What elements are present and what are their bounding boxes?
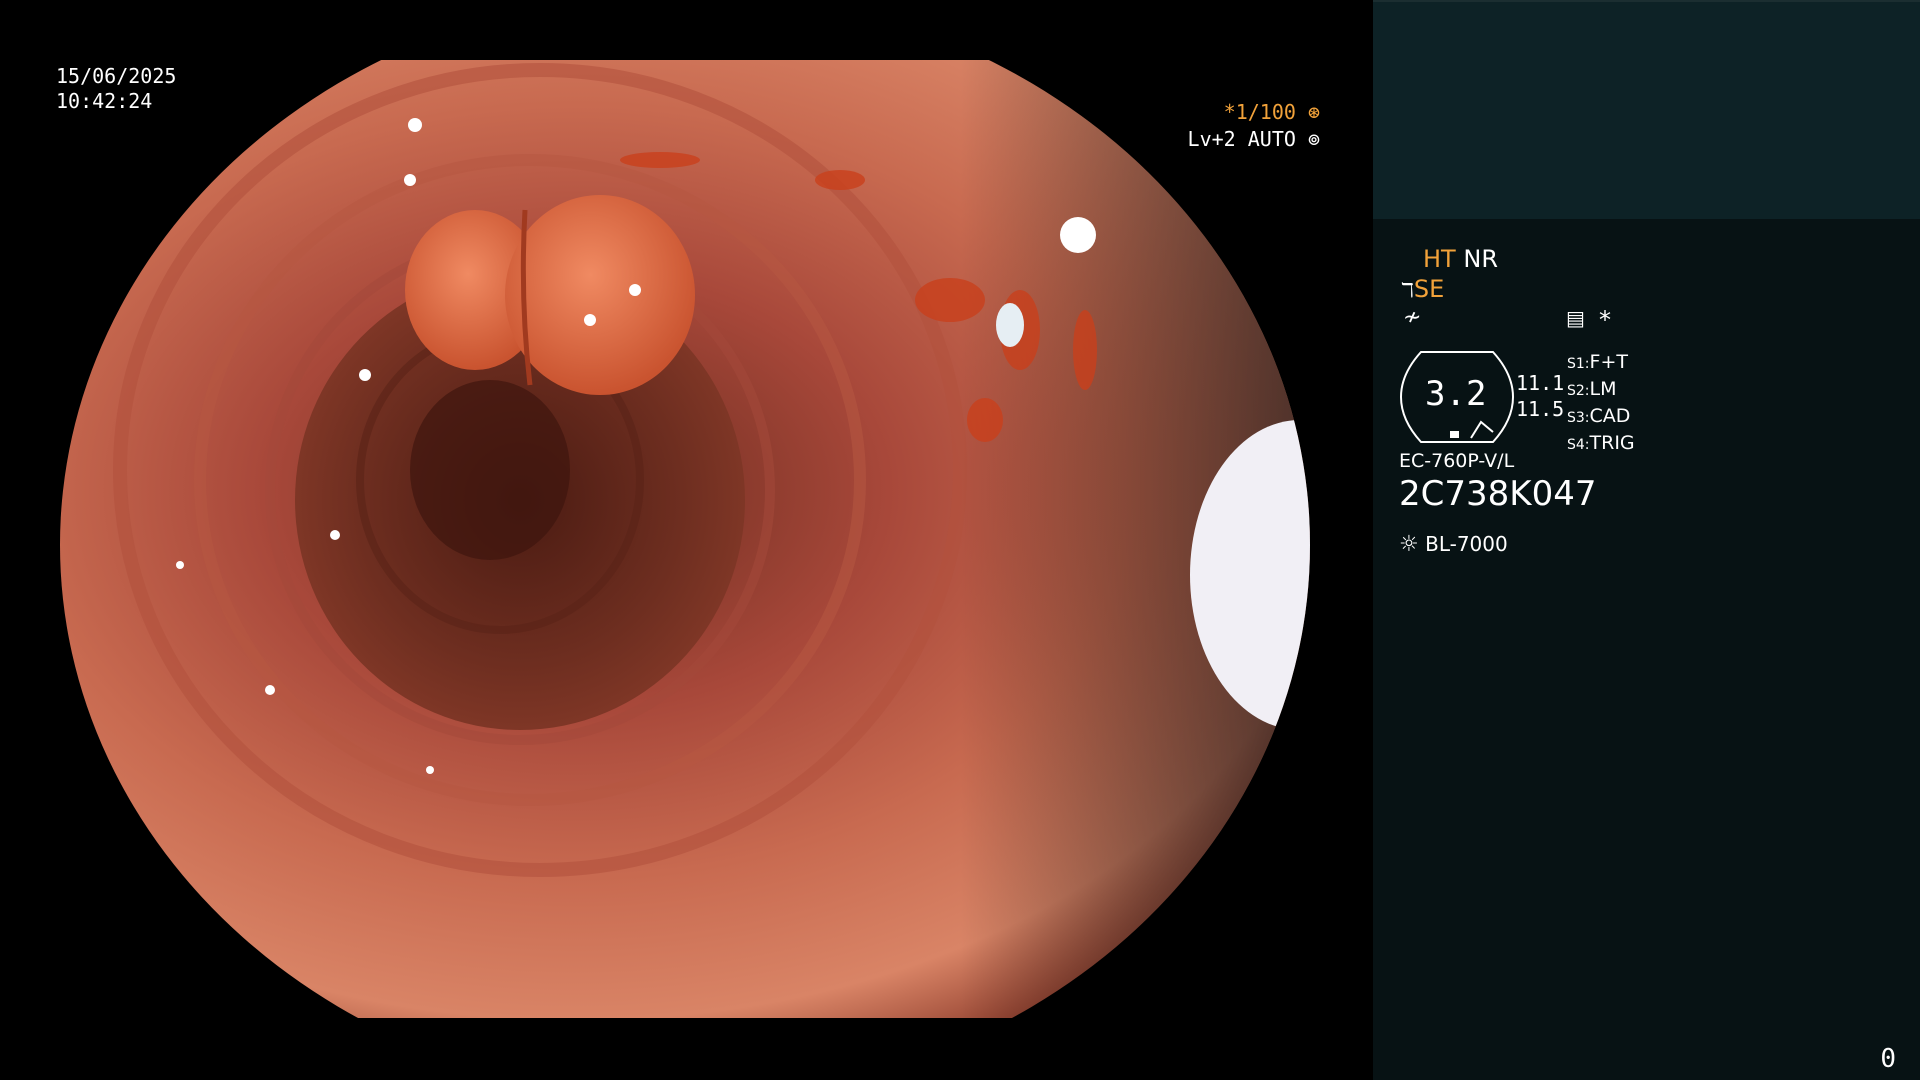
switch-2: S2:LM [1567, 378, 1617, 400]
memo-icon: ▤ [1566, 306, 1585, 330]
endoscopic-image [0, 0, 1372, 1080]
value-2: 11.5 [1516, 397, 1565, 421]
structure-enhance-icon: ℸ [1401, 278, 1414, 302]
switch-list: S1:F+T S2:LM S3:CAD S4:TRIG [1567, 350, 1635, 458]
se-label: SE [1413, 275, 1445, 303]
se-row: ℸSE [1401, 275, 1444, 303]
info-panel: HT NR ℸSE ≁ ▤ * 3.2 11.1 11.5 S1:F+T S2:… [1373, 0, 1920, 1080]
exposure-info: *1/100 ⊛ [1224, 100, 1320, 125]
date: 15/06/2025 [56, 64, 177, 88]
value-1: 11.1 [1516, 371, 1565, 395]
ht-label: HT [1423, 245, 1456, 273]
auto-iris-icon: ⊚ [1307, 127, 1320, 151]
light-source: BL-7000 [1425, 532, 1508, 556]
date-time: 15/06/2025 10:42:24 [56, 64, 176, 114]
brightness-level: Lv+2 AUTO ⊚ [1188, 127, 1320, 152]
switch-1: S1:F+T [1567, 351, 1628, 373]
time: 10:42:24 [56, 89, 153, 113]
level-label: Lv+2 AUTO [1187, 127, 1296, 151]
scope-model: EC-760P-V/L [1399, 450, 1515, 472]
lamp-icon: ☼ [1399, 532, 1419, 557]
endoscope-view: 15/06/2025 10:42:24 *1/100 ⊛ Lv+2 AUTO ⊚ [0, 0, 1372, 1080]
values-column: 11.1 11.5 [1516, 370, 1564, 422]
switch-3: S3:CAD [1567, 405, 1631, 427]
frame-counter: 0 [1880, 1044, 1896, 1074]
switch-4: S4:TRIG [1567, 432, 1635, 454]
scope-serial: 2C738K047 [1399, 474, 1597, 514]
aperture-icon: ⊛ [1307, 100, 1320, 124]
light-source-row: ☼ BL-7000 [1399, 532, 1508, 557]
asterisk-mark: * [1599, 306, 1611, 334]
scope-value: 3.2 [1425, 374, 1487, 414]
nr-label: NR [1463, 245, 1498, 273]
panel-header-area [1373, 0, 1920, 219]
freeze-off-icon: ≁ [1403, 305, 1422, 330]
shutter-speed: *1/100 [1223, 100, 1296, 124]
ht-nr-row: HT NR [1423, 245, 1498, 273]
